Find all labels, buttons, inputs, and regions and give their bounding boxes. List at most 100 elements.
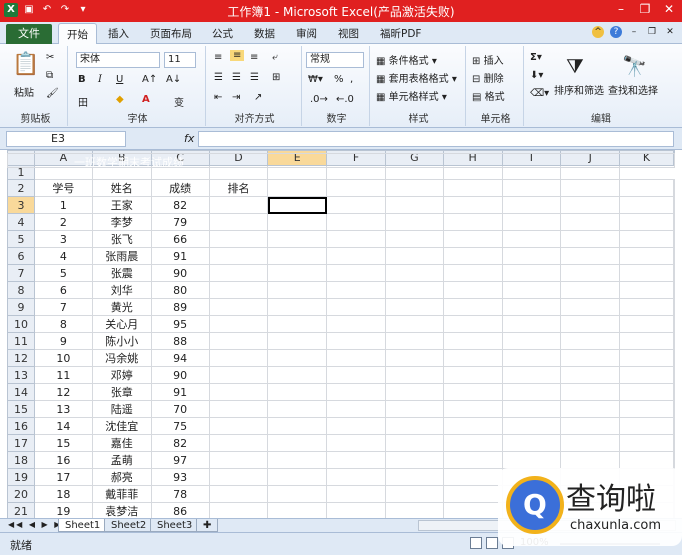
data-cell-id[interactable]: 10	[33, 349, 93, 368]
cell[interactable]	[442, 247, 503, 266]
help-icon[interactable]: ?	[610, 26, 622, 38]
data-cell-id[interactable]: 16	[33, 451, 93, 470]
cell[interactable]	[619, 213, 674, 232]
data-cell-name[interactable]: 郝亮	[91, 468, 152, 487]
cell[interactable]	[560, 179, 621, 198]
cell[interactable]	[326, 366, 386, 385]
ribbon-minimize-icon[interactable]: ^	[592, 26, 604, 38]
row-header[interactable]: 20	[7, 485, 35, 504]
data-cell-id[interactable]: 6	[33, 281, 93, 300]
cell[interactable]	[673, 179, 675, 198]
sort-filter-icon[interactable]: ⧩	[566, 54, 584, 78]
cell[interactable]	[501, 281, 562, 300]
cell[interactable]	[560, 349, 621, 368]
data-cell-name[interactable]: 王家	[91, 196, 152, 215]
cell[interactable]	[673, 332, 675, 351]
clear-icon[interactable]: ⌫▾	[530, 88, 549, 99]
underline-button[interactable]: U	[116, 74, 123, 85]
data-cell-id[interactable]: 12	[33, 383, 93, 402]
data-cell-name[interactable]: 黄光	[91, 298, 152, 317]
data-cell-name[interactable]: 袁梦洁	[91, 502, 152, 518]
insert-cells-button[interactable]: ⊞ 插入	[472, 52, 504, 67]
increase-indent-icon[interactable]: ⇥	[232, 92, 240, 103]
data-cell-id[interactable]: 5	[33, 264, 93, 283]
cell[interactable]	[560, 315, 621, 334]
cell[interactable]	[384, 298, 444, 317]
close-button[interactable]: ✕	[658, 1, 680, 18]
cell[interactable]	[208, 315, 269, 334]
tab-insert[interactable]: 插入	[108, 26, 129, 41]
cell[interactable]	[560, 247, 621, 266]
conditional-format-button[interactable]: ▦ 条件格式 ▾	[376, 52, 437, 67]
cell[interactable]	[673, 366, 675, 385]
doc-minimize-icon[interactable]: –	[628, 26, 640, 38]
cell[interactable]	[384, 485, 444, 504]
cell[interactable]	[384, 264, 444, 283]
cell[interactable]	[619, 247, 674, 266]
cell[interactable]	[501, 332, 562, 351]
cell[interactable]	[208, 417, 269, 436]
row-header[interactable]: 7	[7, 264, 35, 283]
sheet-tab-1[interactable]: Sheet1	[58, 519, 108, 532]
row-header[interactable]: 2	[7, 179, 35, 198]
cell[interactable]	[208, 451, 269, 470]
fill-icon[interactable]: ⬇▾	[530, 70, 543, 81]
cell[interactable]	[673, 400, 675, 419]
cell[interactable]	[442, 213, 503, 232]
data-cell-score[interactable]: 94	[150, 349, 210, 368]
data-cell-name[interactable]: 陆遥	[91, 400, 152, 419]
align-top-icon[interactable]: ≡	[214, 52, 222, 63]
cell[interactable]	[326, 179, 386, 198]
row-header[interactable]: 8	[7, 281, 35, 300]
number-format-select[interactable]: 常规	[306, 52, 364, 68]
cell[interactable]	[267, 485, 328, 504]
cell[interactable]	[384, 417, 444, 436]
cell[interactable]	[208, 196, 269, 215]
percent-button[interactable]: %	[334, 74, 344, 85]
cell[interactable]	[267, 349, 328, 368]
format-as-table-button[interactable]: ▦ 套用表格格式 ▾	[376, 70, 457, 85]
cell[interactable]	[208, 213, 269, 232]
data-cell-id[interactable]: 8	[33, 315, 93, 334]
cell[interactable]	[208, 264, 269, 283]
sheet-tab-2[interactable]: Sheet2	[104, 519, 154, 532]
cell[interactable]	[384, 502, 444, 518]
cell[interactable]	[326, 417, 386, 436]
data-cell-score[interactable]: 66	[150, 230, 210, 249]
cell[interactable]	[501, 434, 562, 453]
align-bottom-icon[interactable]: ≡	[250, 52, 258, 63]
cell[interactable]	[267, 247, 328, 266]
row-header[interactable]: 9	[7, 298, 35, 317]
cell[interactable]	[673, 264, 675, 283]
cell[interactable]	[384, 196, 444, 215]
insert-sheet-icon[interactable]: ✚	[196, 519, 219, 532]
bold-button[interactable]: B	[78, 74, 86, 85]
cell[interactable]	[501, 179, 562, 198]
tab-foxit-pdf[interactable]: 福昕PDF	[380, 26, 421, 41]
cell[interactable]	[384, 451, 444, 470]
font-color-button[interactable]: A	[142, 94, 150, 105]
sort-filter-button[interactable]: 排序和筛选	[554, 82, 604, 97]
cell[interactable]	[619, 179, 674, 198]
cell[interactable]	[208, 502, 269, 518]
increase-decimal-icon[interactable]: .0→	[310, 94, 328, 105]
cell[interactable]	[267, 434, 328, 453]
row-header[interactable]: 16	[7, 417, 35, 436]
data-cell-name[interactable]: 邓婷	[91, 366, 152, 385]
data-cell-id[interactable]: 13	[33, 400, 93, 419]
tab-formulas[interactable]: 公式	[212, 26, 233, 41]
align-left-icon[interactable]: ☰	[214, 72, 223, 83]
decrease-decimal-icon[interactable]: ←.0	[336, 94, 354, 105]
tab-data[interactable]: 数据	[254, 26, 275, 41]
cell[interactable]	[619, 298, 674, 317]
cell[interactable]	[208, 332, 269, 351]
header-cell[interactable]: 学号	[33, 179, 93, 198]
data-cell-id[interactable]: 11	[33, 366, 93, 385]
row-header[interactable]: 21	[7, 502, 35, 518]
cell[interactable]	[384, 332, 444, 351]
orientation-icon[interactable]: ↗	[254, 92, 262, 103]
name-box[interactable]: E3	[6, 131, 126, 147]
cell[interactable]	[326, 451, 386, 470]
cell[interactable]	[560, 332, 621, 351]
cell[interactable]	[619, 196, 674, 215]
